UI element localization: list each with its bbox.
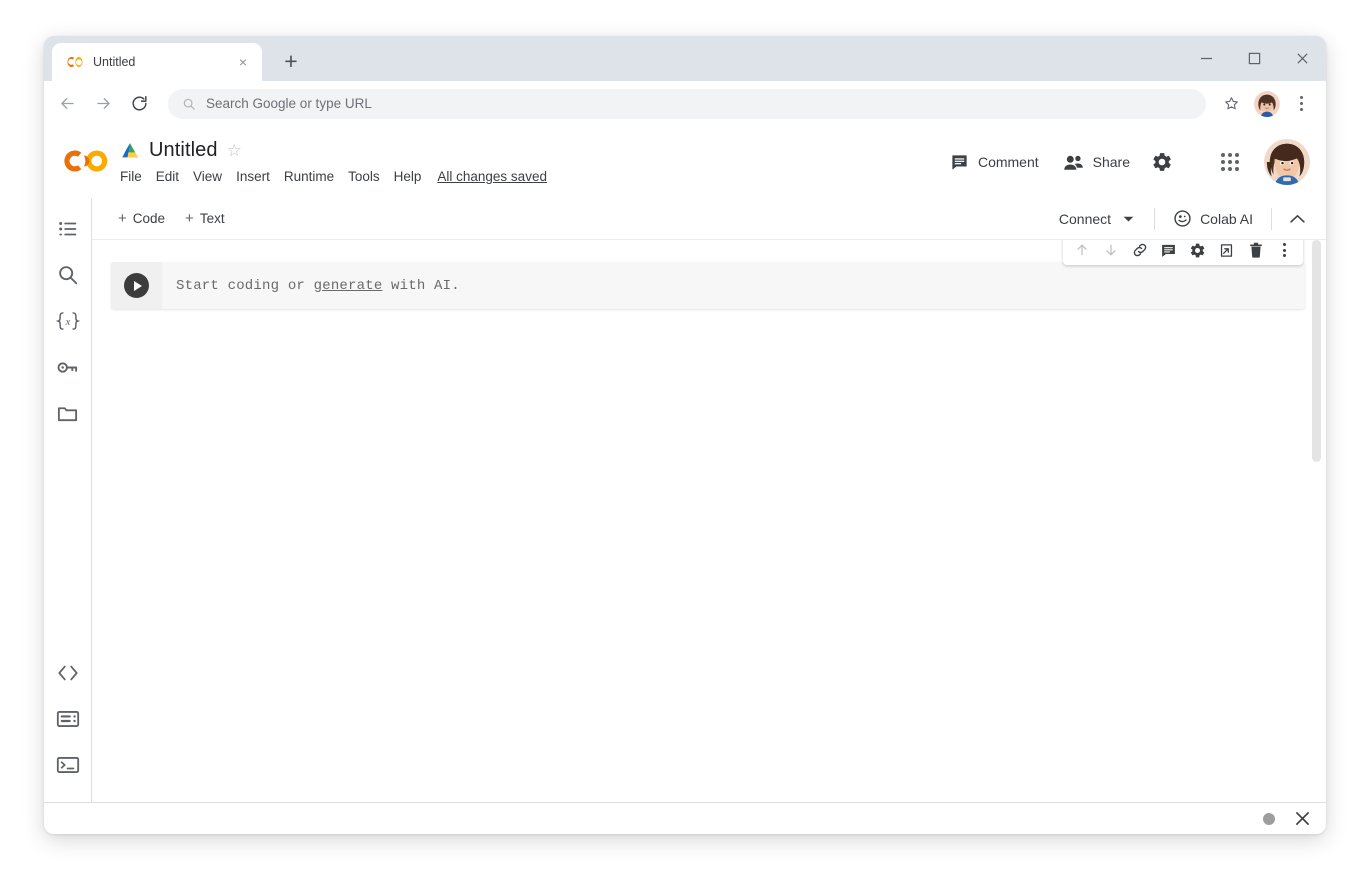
close-button[interactable] bbox=[1278, 36, 1326, 81]
three-dot-menu-icon bbox=[1283, 243, 1286, 257]
people-icon bbox=[1063, 153, 1084, 172]
add-comment-button[interactable] bbox=[1155, 240, 1182, 264]
connect-label: Connect bbox=[1059, 211, 1111, 227]
svg-text:x: x bbox=[64, 317, 70, 328]
chevron-up-icon[interactable] bbox=[1280, 204, 1314, 234]
document-title-block: Untitled ☆ File Edit View Insert Runtime… bbox=[120, 137, 547, 188]
search-icon bbox=[182, 97, 196, 111]
sidebar-item-variables[interactable]: x bbox=[47, 298, 89, 344]
colab-ai-button[interactable]: Colab AI bbox=[1163, 204, 1263, 233]
cell-placeholder-text[interactable]: Start coding or generate with AI. bbox=[162, 278, 460, 294]
address-bar[interactable]: Search Google or type URL bbox=[168, 89, 1206, 119]
notebook-canvas: Start coding or generate with AI. bbox=[92, 240, 1326, 802]
toolbar-divider bbox=[1154, 208, 1155, 230]
comment-button[interactable]: Comment bbox=[938, 146, 1051, 179]
colab-co-logo[interactable] bbox=[62, 145, 112, 179]
apps-grid-icon[interactable] bbox=[1210, 142, 1250, 182]
menu-insert[interactable]: Insert bbox=[236, 169, 270, 184]
star-icon[interactable]: ☆ bbox=[227, 142, 242, 159]
share-button-label: Share bbox=[1093, 154, 1130, 170]
sidebar-item-find-and-replace[interactable] bbox=[47, 252, 89, 298]
share-button[interactable]: Share bbox=[1051, 146, 1142, 179]
colab-logo-icon bbox=[66, 53, 84, 71]
menu-bar: File Edit View Insert Runtime Tools Help… bbox=[120, 166, 547, 188]
colab-header: Untitled ☆ File Edit View Insert Runtime… bbox=[44, 126, 1326, 198]
cell-run-gutter bbox=[111, 262, 162, 309]
cell-placeholder-suffix: with AI. bbox=[382, 278, 459, 294]
colab-ai-face-icon bbox=[1173, 209, 1192, 228]
move-cell-down-button[interactable] bbox=[1097, 240, 1124, 264]
address-bar-placeholder: Search Google or type URL bbox=[206, 96, 372, 111]
close-icon[interactable]: × bbox=[234, 53, 252, 71]
move-cell-up-button[interactable] bbox=[1068, 240, 1095, 264]
reload-icon[interactable] bbox=[122, 87, 156, 121]
header-actions: Comment Share bbox=[938, 139, 1310, 185]
page-title[interactable]: Untitled bbox=[149, 139, 218, 162]
idle-status-dot[interactable] bbox=[1263, 813, 1275, 825]
back-button[interactable] bbox=[50, 87, 84, 121]
code-cell[interactable]: Start coding or generate with AI. bbox=[111, 262, 1305, 309]
browser-tab-title: Untitled bbox=[93, 55, 225, 69]
add-text-cell-button[interactable]: + Text bbox=[175, 205, 235, 232]
cell-action-toolbar bbox=[1063, 240, 1303, 265]
menu-help[interactable]: Help bbox=[394, 169, 422, 184]
browser-tab-strip: Untitled × + bbox=[44, 36, 1326, 81]
menu-view[interactable]: View bbox=[193, 169, 222, 184]
play-icon[interactable] bbox=[124, 273, 149, 298]
menu-runtime[interactable]: Runtime bbox=[284, 169, 334, 184]
cell-settings-button[interactable] bbox=[1184, 240, 1211, 264]
sidebar-item-terminal[interactable] bbox=[47, 742, 89, 788]
save-status[interactable]: All changes saved bbox=[437, 169, 547, 184]
scrollbar-thumb[interactable] bbox=[1312, 240, 1321, 462]
google-drive-icon bbox=[120, 142, 140, 160]
chevron-down-icon bbox=[1123, 215, 1134, 223]
sidebar-item-files[interactable] bbox=[47, 390, 89, 436]
chrome-profile-avatar[interactable] bbox=[1254, 91, 1280, 117]
add-code-cell-label: Code bbox=[133, 211, 165, 226]
bookmark-star-icon[interactable] bbox=[1216, 89, 1246, 119]
notebook-scrollbar[interactable] bbox=[1310, 240, 1323, 802]
left-sidebar: x bbox=[44, 198, 92, 802]
comment-button-label: Comment bbox=[978, 154, 1039, 170]
copy-cell-link-button[interactable] bbox=[1126, 240, 1153, 264]
forward-button[interactable] bbox=[86, 87, 120, 121]
comment-icon bbox=[950, 153, 969, 172]
three-dot-menu-icon[interactable] bbox=[1288, 89, 1314, 119]
cell-placeholder-prefix: Start coding or bbox=[176, 278, 314, 294]
delete-cell-button[interactable] bbox=[1242, 240, 1269, 264]
generate-link[interactable]: generate bbox=[314, 278, 383, 294]
gear-icon[interactable] bbox=[1142, 142, 1182, 182]
connect-button[interactable]: Connect bbox=[1047, 206, 1146, 232]
browser-window: Untitled × + bbox=[44, 36, 1326, 834]
menu-tools[interactable]: Tools bbox=[348, 169, 380, 184]
mirror-cell-output-button[interactable] bbox=[1213, 240, 1240, 264]
sidebar-item-secrets[interactable] bbox=[47, 344, 89, 390]
menu-edit[interactable]: Edit bbox=[156, 169, 179, 184]
add-text-cell-label: Text bbox=[200, 211, 225, 226]
plus-icon: + bbox=[185, 210, 194, 227]
minimize-button[interactable] bbox=[1182, 36, 1230, 81]
maximize-button[interactable] bbox=[1230, 36, 1278, 81]
browser-tab[interactable]: Untitled × bbox=[52, 43, 262, 81]
close-icon[interactable] bbox=[1295, 811, 1310, 826]
sidebar-item-command-palette[interactable] bbox=[47, 696, 89, 742]
more-cell-actions-button[interactable] bbox=[1271, 240, 1298, 264]
notebook-toolbar-right: Connect bbox=[1047, 205, 1314, 233]
user-avatar[interactable] bbox=[1264, 139, 1310, 185]
add-code-cell-button[interactable]: + Code bbox=[108, 205, 175, 232]
notebook-area: + Code + Text Connect bbox=[92, 198, 1326, 802]
notebook-toolbar: + Code + Text Connect bbox=[92, 198, 1326, 240]
plus-icon: + bbox=[118, 210, 127, 227]
menu-file[interactable]: File bbox=[120, 169, 142, 184]
browser-toolbar: Search Google or type URL bbox=[44, 81, 1326, 126]
status-bar bbox=[44, 802, 1326, 834]
sidebar-item-table-of-contents[interactable] bbox=[47, 206, 89, 252]
app-body: x bbox=[44, 198, 1326, 802]
new-tab-button[interactable]: + bbox=[274, 44, 308, 78]
window-controls bbox=[1182, 36, 1326, 81]
sidebar-item-code-snippets[interactable] bbox=[47, 650, 89, 696]
toolbar-divider bbox=[1271, 208, 1272, 230]
colab-ai-label: Colab AI bbox=[1200, 211, 1253, 227]
